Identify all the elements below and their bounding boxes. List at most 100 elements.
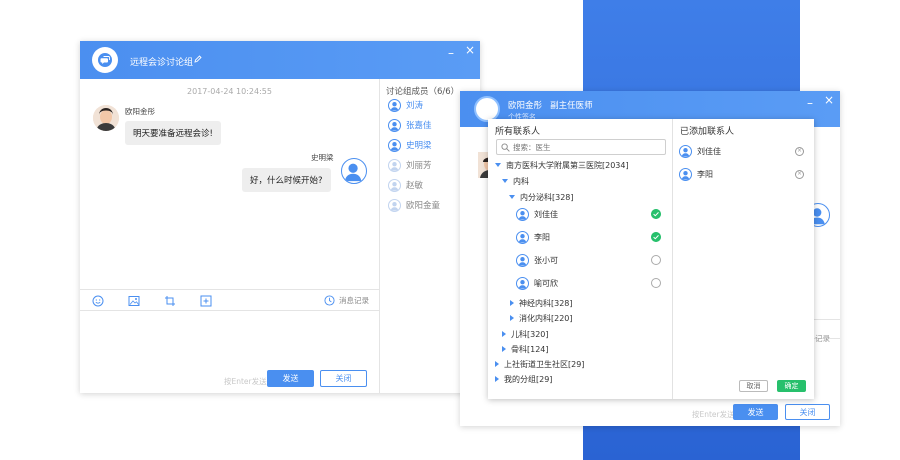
tree-node-digest[interactable]: 消化内科[220]: [510, 311, 573, 325]
checked-icon[interactable]: [651, 232, 661, 242]
user-icon: [388, 178, 401, 192]
member-item[interactable]: 赵敏: [388, 177, 423, 193]
user-icon: [516, 253, 529, 267]
minimize-button[interactable]: –: [448, 47, 454, 59]
user-icon: [388, 198, 401, 212]
member-item[interactable]: 刘涛: [388, 97, 423, 113]
chat-title: 远程会诊讨论组: [130, 58, 194, 68]
tree-node-community[interactable]: 上社街道卫生社区[29]: [495, 357, 584, 371]
screenshot-crop-icon[interactable]: [164, 295, 176, 307]
image-icon[interactable]: [128, 295, 140, 307]
tree-label: 内分泌科[328]: [520, 192, 574, 202]
caret-right-icon: [502, 346, 506, 352]
member-item[interactable]: 刘丽芳: [388, 157, 432, 173]
close-button[interactable]: 关闭: [320, 370, 367, 387]
message-input[interactable]: [84, 313, 374, 365]
tree-node-neuro[interactable]: 神经内科[328]: [510, 296, 573, 310]
send-button[interactable]: 发送: [267, 370, 314, 387]
user-icon: [388, 98, 401, 112]
user-icon: [679, 144, 692, 158]
user-icon: [388, 138, 401, 152]
user-icon: [516, 230, 529, 244]
member-item[interactable]: 张嘉佳: [388, 117, 432, 133]
tree-label: 消化内科[220]: [519, 313, 573, 323]
close-window-button[interactable]: ×: [465, 44, 475, 56]
tree-label: 神经内科[328]: [519, 298, 573, 308]
tree-node-endocrine[interactable]: 内分泌科[328]: [509, 190, 574, 204]
contact-item[interactable]: 刘佳佳: [516, 206, 666, 222]
send-hint: 按Enter发送: [692, 410, 735, 419]
chat-toolbar: 消息记录: [80, 289, 379, 311]
remove-circle-x-icon[interactable]: ×: [795, 146, 804, 156]
member-name: 刘丽芳: [406, 161, 432, 171]
send-hint: 按Enter发送: [224, 377, 267, 386]
tree-label: 上社街道卫生社区[29]: [504, 359, 585, 369]
send-button[interactable]: 发送: [733, 404, 778, 420]
edit-pencil-icon[interactable]: [193, 54, 203, 64]
minimize-button[interactable]: –: [807, 97, 813, 109]
user-icon: [516, 207, 529, 221]
member-name: 刘涛: [406, 101, 424, 111]
confirm-button[interactable]: 确定: [777, 380, 806, 392]
tree-node-ortho[interactable]: 骨科[124]: [502, 342, 549, 356]
chat-window: 远程会诊讨论组 – × 2017-04-24 10:24:55 欧阳金彤 明天要…: [80, 41, 480, 393]
message-history-button[interactable]: 消息记录: [324, 295, 369, 306]
emoji-icon[interactable]: [92, 295, 104, 307]
member-name: 赵敏: [406, 181, 424, 191]
user-icon: [388, 158, 401, 172]
message-sender: 欧阳金彤: [125, 107, 155, 116]
tree-node-hospital[interactable]: 南方医科大学附属第三医院[2034]: [495, 158, 629, 172]
remove-circle-x-icon[interactable]: ×: [795, 169, 804, 179]
tree-node-mygroup[interactable]: 我的分组[29]: [495, 372, 552, 386]
member-name: 张嘉佳: [406, 121, 432, 131]
added-contact-item[interactable]: 李阳 ×: [679, 166, 804, 182]
profile-name: 欧阳金彤 副主任医师: [508, 101, 593, 111]
member-item[interactable]: 史明梁: [388, 137, 432, 153]
contact-item[interactable]: 李阳: [516, 229, 666, 245]
contact-item[interactable]: 喻可欣: [516, 275, 666, 291]
unchecked-circle-icon[interactable]: [651, 278, 661, 288]
member-item[interactable]: 欧阳金童: [388, 197, 440, 213]
add-contacts-dialog: 所有联系人 南方医科大学附属第三医院[2034] 内科 内分泌科[328] 刘佳…: [488, 119, 814, 399]
contact-name: 李阳: [534, 232, 550, 242]
close-button[interactable]: 关闭: [785, 404, 830, 420]
contact-name: 张小可: [534, 255, 558, 265]
search-input[interactable]: [513, 142, 653, 152]
contact-name: 刘佳佳: [534, 209, 558, 219]
user-icon: [516, 276, 529, 290]
avatar-shi[interactable]: [341, 158, 367, 184]
tree-label: 骨科[124]: [511, 344, 549, 354]
tree-node-internal[interactable]: 内科: [502, 174, 529, 188]
caret-down-icon: [495, 163, 501, 167]
message-sender: 史明梁: [311, 153, 334, 162]
caret-right-icon: [510, 300, 514, 306]
tree-label: 南方医科大学附属第三医院[2034]: [506, 160, 629, 170]
caret-down-icon: [509, 195, 515, 199]
chat-bubble-logo-icon: [92, 47, 118, 73]
avatar-ouyang[interactable]: [93, 105, 119, 131]
members-title: 讨论组成员（6/6）: [386, 87, 460, 97]
added-contact-item[interactable]: 刘佳佳 ×: [679, 143, 804, 159]
caret-right-icon: [495, 376, 499, 382]
unchecked-circle-icon[interactable]: [651, 255, 661, 265]
tree-node-pediatrics[interactable]: 儿科[320]: [502, 327, 549, 341]
caret-down-icon: [502, 179, 508, 183]
history-label: 消息记录: [339, 296, 369, 305]
panel-divider: [379, 79, 380, 393]
contact-name: 刘佳佳: [697, 146, 721, 156]
cancel-button[interactable]: 取消: [739, 380, 768, 392]
user-icon: [388, 118, 401, 132]
clock-icon: [324, 295, 335, 306]
contact-search[interactable]: [496, 139, 666, 155]
contact-item[interactable]: 张小可: [516, 252, 666, 268]
caret-right-icon: [495, 361, 499, 367]
add-plus-icon[interactable]: [200, 295, 212, 307]
tree-label: 我的分组[29]: [504, 374, 553, 384]
close-window-button[interactable]: ×: [824, 94, 834, 106]
history-label[interactable]: 记录: [815, 333, 830, 344]
all-contacts-panel: 所有联系人 南方医科大学附属第三医院[2034] 内科 内分泌科[328] 刘佳…: [488, 119, 673, 399]
tree-label: 内科: [513, 176, 529, 186]
chat-messages-area[interactable]: 2017-04-24 10:24:55 欧阳金彤 明天要准备远程会诊! 史明梁 …: [80, 79, 379, 289]
checked-icon[interactable]: [651, 209, 661, 219]
user-icon: [679, 167, 692, 181]
